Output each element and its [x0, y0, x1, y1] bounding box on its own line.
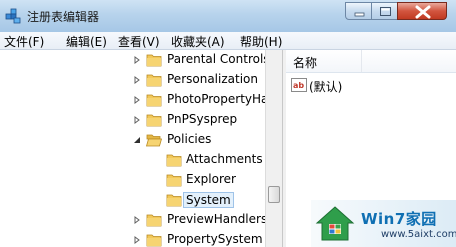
- window-title: 注册表编辑器: [27, 10, 100, 24]
- column-name-header[interactable]: 名称: [293, 54, 317, 71]
- close-icon: [415, 5, 431, 19]
- value-name: (默认): [309, 80, 343, 94]
- tree-node-photopropertyhandler[interactable]: PhotoPropertyHa: [0, 90, 265, 110]
- folder-open-icon: [146, 134, 162, 147]
- menu-file[interactable]: 文件(F): [4, 33, 44, 50]
- tree-node-label-selected: System: [183, 192, 234, 208]
- watermark-brand: Win7家园: [361, 210, 437, 228]
- expand-arrow-icon[interactable]: [133, 116, 141, 124]
- tree-node-personalization[interactable]: Personalization: [0, 70, 265, 90]
- tree-node-parental-controls[interactable]: Parental Controls: [0, 50, 265, 70]
- tree-node-label: Parental Controls: [167, 52, 265, 66]
- tree-node-propertysystem[interactable]: PropertySystem: [0, 230, 265, 247]
- svg-text:ab: ab: [293, 81, 304, 90]
- folder-icon: [146, 114, 162, 127]
- values-column-header[interactable]: 名称: [286, 50, 456, 73]
- folder-icon: [166, 154, 182, 167]
- expand-arrow-icon[interactable]: [133, 76, 141, 84]
- folder-icon: [146, 214, 162, 227]
- menu-help[interactable]: 帮助(H): [240, 33, 282, 50]
- regedit-app-icon: [5, 8, 21, 24]
- tree-vertical-scrollbar[interactable]: [265, 50, 283, 247]
- tree-node-label: PropertySystem: [167, 232, 263, 246]
- tree-node-label: Attachments: [186, 152, 263, 166]
- title-bar[interactable]: 注册表编辑器: [0, 0, 456, 33]
- folder-icon: [146, 94, 162, 107]
- tree-node-pnpsysprep[interactable]: PnPSysprep: [0, 110, 265, 130]
- expand-arrow-icon[interactable]: [133, 96, 141, 104]
- folder-icon: [146, 54, 162, 67]
- menu-view[interactable]: 查看(V): [118, 33, 160, 50]
- folder-icon: [166, 174, 182, 187]
- value-row-default[interactable]: ab (默认): [286, 76, 456, 96]
- watermark-url: www.5aixt.com: [381, 229, 456, 240]
- tree-node-system[interactable]: System: [0, 190, 265, 210]
- menu-favorites[interactable]: 收藏夹(A): [171, 33, 225, 50]
- folder-icon: [166, 194, 182, 207]
- folder-icon: [146, 74, 162, 87]
- scrollbar-thumb[interactable]: [268, 186, 280, 203]
- tree-node-previewhandlers[interactable]: PreviewHandlers: [0, 210, 265, 230]
- tree-node-label: PreviewHandlers: [167, 212, 265, 226]
- tree-node-label: PnPSysprep: [167, 112, 238, 126]
- expand-arrow-icon[interactable]: [133, 216, 141, 224]
- maximize-button[interactable]: [371, 2, 398, 20]
- minimize-icon: [354, 12, 365, 17]
- tree-node-explorer[interactable]: Explorer: [0, 170, 265, 190]
- reg-sz-ab-icon: ab: [291, 78, 307, 92]
- site-watermark: Win7家园 www.5aixt.com: [311, 200, 456, 247]
- tree-node-policies[interactable]: Policies: [0, 130, 265, 150]
- menu-edit[interactable]: 编辑(E): [66, 33, 107, 50]
- registry-editor-window: 注册表编辑器 文件(F) 编辑(E) 查看(V) 收藏夹(A) 帮助(H) Pa…: [0, 0, 456, 247]
- tree-node-label: Explorer: [186, 172, 236, 186]
- minimize-button[interactable]: [345, 2, 372, 20]
- menu-bar: 文件(F) 编辑(E) 查看(V) 收藏夹(A) 帮助(H): [0, 32, 456, 50]
- tree-node-label: Policies: [167, 132, 212, 146]
- column-divider[interactable]: [361, 50, 362, 72]
- folder-icon: [146, 234, 162, 247]
- maximize-icon: [380, 7, 391, 16]
- key-tree-pane[interactable]: Parental Controls Personalization PhotoP…: [0, 50, 265, 247]
- expand-arrow-icon[interactable]: [133, 56, 141, 64]
- tree-node-label: PhotoPropertyHa: [167, 92, 265, 106]
- close-button[interactable]: [397, 2, 447, 20]
- house-logo-icon: [315, 206, 355, 241]
- expand-arrow-icon[interactable]: [133, 236, 141, 244]
- tree-node-attachments[interactable]: Attachments: [0, 150, 265, 170]
- collapse-arrow-icon[interactable]: [133, 136, 141, 144]
- tree-node-label: Personalization: [167, 72, 258, 86]
